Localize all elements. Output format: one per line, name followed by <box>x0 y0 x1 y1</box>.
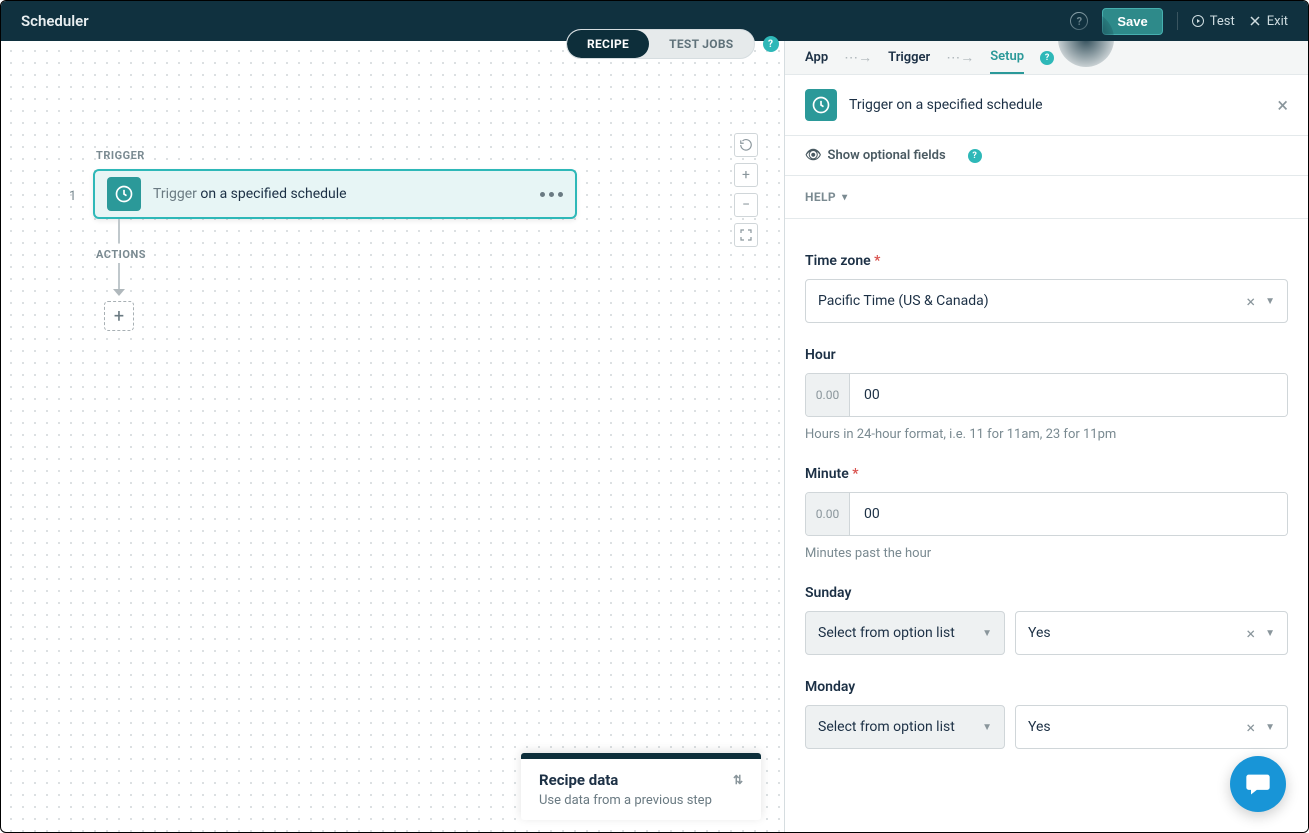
close-icon <box>1249 15 1261 27</box>
tab-recipe[interactable]: RECIPE <box>567 30 649 58</box>
recipe-data-subtitle: Use data from a previous step <box>539 793 743 808</box>
actions-section-label: ACTIONS <box>96 248 146 261</box>
chat-button[interactable] <box>1230 756 1286 812</box>
zoom-in-button[interactable]: + <box>734 163 758 187</box>
number-prefix: 0.00 <box>806 374 850 416</box>
test-button[interactable]: Test <box>1192 14 1235 29</box>
monday-mode-select[interactable]: Select from option list ▼ <box>805 705 1005 749</box>
chevron-down-icon: ▼ <box>1265 628 1275 639</box>
chevron-down-icon: ▼ <box>1265 722 1275 733</box>
page-title: Scheduler <box>21 12 89 30</box>
help-icon[interactable]: ? <box>1070 12 1088 30</box>
minute-input[interactable] <box>850 493 1287 535</box>
trigger-step-label: Trigger on a specified schedule <box>153 186 347 202</box>
save-button[interactable]: Save <box>1102 8 1162 35</box>
tab-trigger[interactable]: Trigger <box>888 42 930 73</box>
optional-help-icon[interactable]: ? <box>968 149 982 163</box>
play-icon <box>1192 15 1204 27</box>
undo-button[interactable] <box>734 133 758 157</box>
sunday-mode-select[interactable]: Select from option list ▼ <box>805 611 1005 655</box>
arrow-down-icon <box>113 289 125 296</box>
chevron-down-icon: ▼ <box>982 722 992 733</box>
trigger-section-label: TRIGGER <box>96 149 145 162</box>
connector-line <box>118 219 120 243</box>
eye-icon: 👁 <box>805 148 822 163</box>
hour-hint: Hours in 24-hour format, i.e. 11 for 11a… <box>805 427 1288 442</box>
show-optional-fields-link[interactable]: 👁 Show optional fields <box>805 148 946 163</box>
chevron-down-icon: ▾ <box>842 192 847 203</box>
timezone-label: Time zone * <box>805 253 1288 269</box>
recipe-data-panel[interactable]: Recipe data ⇅ Use data from a previous s… <box>521 753 761 820</box>
recipe-data-title: Recipe data <box>539 771 618 789</box>
clock-icon <box>107 177 141 211</box>
step-number: 1 <box>69 189 76 204</box>
recipe-canvas[interactable]: TRIGGER 1 Trigger on a specified schedul… <box>1 41 784 832</box>
clear-icon[interactable]: × <box>1247 292 1256 311</box>
setup-help-icon[interactable]: ? <box>1040 51 1054 65</box>
sunday-label: Sunday <box>805 585 1288 601</box>
tab-testjobs[interactable]: TEST JOBS <box>649 30 753 58</box>
panel-header-title: Trigger on a specified schedule <box>849 97 1043 113</box>
sunday-value-select[interactable]: Yes × ▼ <box>1015 611 1288 655</box>
number-prefix: 0.00 <box>806 493 850 535</box>
undo-icon <box>739 138 753 152</box>
timezone-select[interactable]: Pacific Time (US & Canada) × ▼ <box>805 279 1288 323</box>
zoom-out-button[interactable]: − <box>734 193 758 217</box>
chevron-down-icon: ▼ <box>982 628 992 639</box>
hour-label: Hour <box>805 347 1288 363</box>
chevron-down-icon: ▼ <box>1265 296 1275 307</box>
hour-input[interactable] <box>850 374 1287 416</box>
tab-app[interactable]: App <box>805 42 828 73</box>
exit-button[interactable]: Exit <box>1249 14 1288 29</box>
divider <box>1177 12 1178 30</box>
step-menu-icon[interactable] <box>540 192 563 197</box>
trigger-step-card[interactable]: Trigger on a specified schedule <box>93 169 577 219</box>
expand-collapse-icon[interactable]: ⇅ <box>733 773 743 787</box>
fit-button[interactable] <box>734 223 758 247</box>
add-action-button[interactable]: + <box>104 301 134 331</box>
expand-icon <box>740 229 752 241</box>
arrow-right-icon: ⋯→ <box>844 49 872 66</box>
minute-label: Minute * <box>805 466 1288 482</box>
monday-value-select[interactable]: Yes × ▼ <box>1015 705 1288 749</box>
view-toggle: RECIPE TEST JOBS <box>566 29 755 59</box>
arrow-right-icon: ⋯→ <box>946 49 974 66</box>
clock-icon <box>805 89 837 121</box>
close-panel-button[interactable]: × <box>1277 93 1288 117</box>
clear-icon[interactable]: × <box>1247 718 1256 737</box>
setup-panel: App ⋯→ Trigger ⋯→ Setup ? Trigger on a s… <box>784 41 1308 832</box>
tab-setup[interactable]: Setup <box>990 41 1024 74</box>
minute-hint: Minutes past the hour <box>805 546 1288 561</box>
clear-icon[interactable]: × <box>1247 624 1256 643</box>
chat-icon <box>1244 770 1272 798</box>
help-section-toggle[interactable]: HELP ▾ <box>805 190 1288 204</box>
monday-label: Monday <box>805 679 1288 695</box>
pill-help-icon[interactable]: ? <box>763 36 779 52</box>
connector-line <box>118 263 120 291</box>
